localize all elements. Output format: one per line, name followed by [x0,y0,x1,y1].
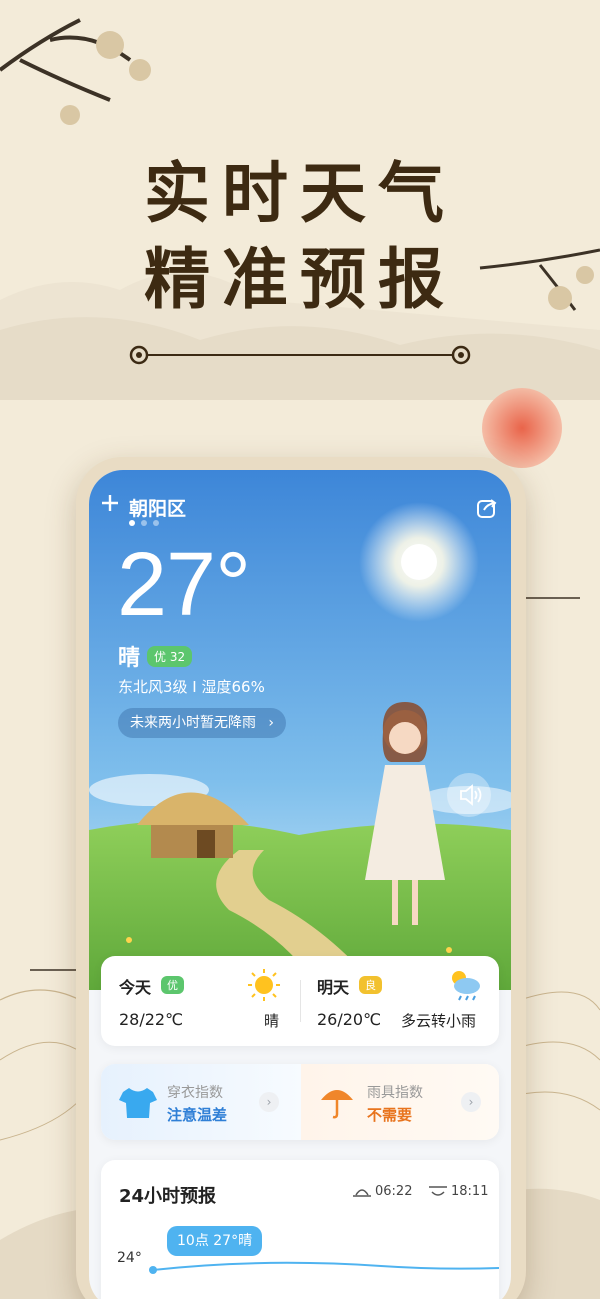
location-label[interactable]: 朝阳区 [129,494,186,521]
tomorrow-temp-range: 26/20℃ [317,1010,382,1029]
sunset-icon [429,1186,447,1196]
headline-line1: 实时天气 [144,154,456,232]
page-indicator [129,520,159,526]
aqi-badge[interactable]: 优 32 [147,646,193,667]
tomorrow-condition: 多云转小雨 [401,1012,477,1030]
chevron-right-icon: › [461,1092,481,1112]
temperature-axis-label: 24° [117,1250,142,1266]
page-dot [141,520,147,526]
daily-forecast-card[interactable]: 今天 优 28/22℃ 晴 明天 良 26/20℃ 多云转小雨 [101,956,499,1046]
sunset-time: 18:11 [451,1184,489,1199]
hourly-title: 24小时预报 [119,1186,217,1207]
sunrise-time: 06:22 [375,1184,413,1199]
temperature-curve [149,1261,499,1274]
page-dot [153,520,159,526]
umbrella-index[interactable]: 雨具指数 不需要 › [301,1064,499,1140]
headline-line2: 精准预报 [144,240,456,318]
cloud-rain-icon [452,971,480,1001]
today-temp-range: 28/22℃ [119,1010,184,1029]
today-aqi-badge: 优 [161,976,184,994]
rain-forecast-label: 未来两小时暂无降雨 [130,715,256,731]
share-icon[interactable] [475,496,499,520]
clothing-index-title: 穿衣指数 [167,1085,223,1101]
current-temperature: 27° [117,535,251,635]
current-condition: 晴 [118,646,141,671]
sunrise-icon [353,1189,371,1197]
chevron-right-icon: › [259,1092,279,1112]
tomorrow-label: 明天 [317,978,350,997]
ornament-divider [129,345,471,365]
speaker-icon[interactable] [447,773,491,817]
clothing-index[interactable]: 穿衣指数 注意温差 › [101,1064,301,1140]
divider [300,980,301,1022]
hourly-forecast-card: 24小时预报 06:22 18:11 24° 10点 27°晴 [101,1160,499,1299]
today-condition: 晴 [264,1012,280,1030]
chevron-right-icon: › [268,715,274,731]
life-index-card: 穿衣指数 注意温差 › 雨具指数 不需要 › [101,1064,499,1140]
page-dot-active [129,520,135,526]
app-screen: 朝阳区 27° 晴 优 32 东北风3级 I 湿度66% 未来两小时暂无降雨 ›… [89,470,511,1299]
today-label: 今天 [119,978,152,997]
umbrella-index-title: 雨具指数 [367,1085,423,1101]
rain-forecast-button[interactable]: 未来两小时暂无降雨 › [118,708,286,738]
umbrella-icon [321,1090,353,1119]
sun-icon [248,969,280,1001]
hour-tooltip: 10点 27°晴 [167,1226,263,1256]
clothing-index-value: 注意温差 [167,1106,228,1124]
umbrella-index-value: 不需要 [367,1106,413,1124]
wind-humidity: 东北风3级 I 湿度66% [118,678,265,696]
add-location-button[interactable] [99,492,121,514]
tomorrow-aqi-badge: 良 [359,976,382,994]
shirt-icon [119,1088,157,1118]
